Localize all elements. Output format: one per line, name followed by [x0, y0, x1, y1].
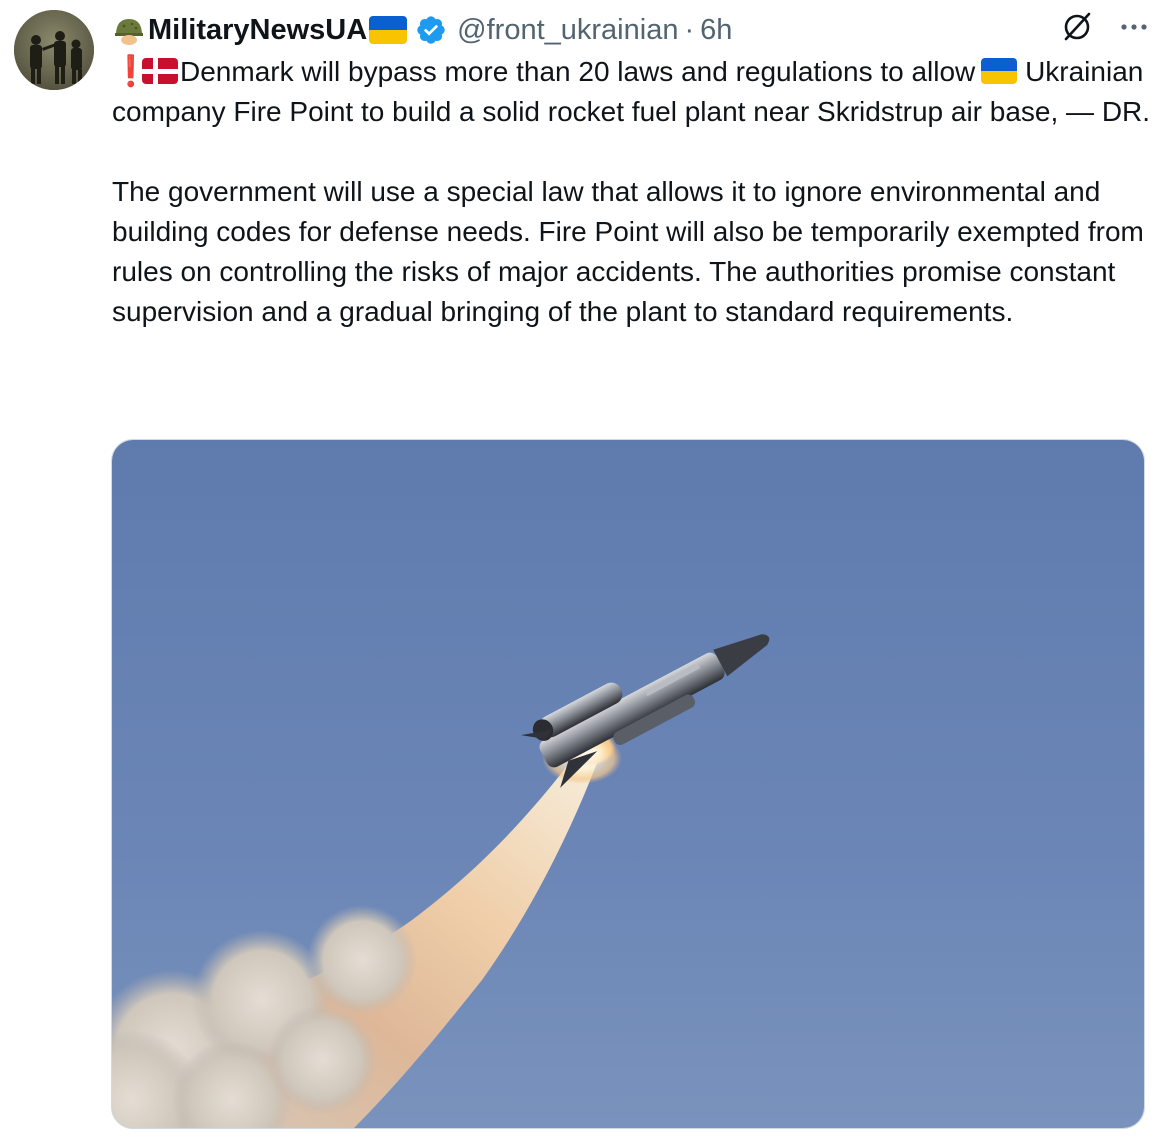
- verified-badge-icon[interactable]: [415, 14, 447, 46]
- tweet-text: ❗ Denmark will bypass more than 20 laws a…: [112, 52, 1152, 332]
- author-handle[interactable]: @front_ukrainian: [457, 14, 678, 47]
- military-helmet-icon: [112, 13, 146, 47]
- ukraine-flag-icon: [369, 16, 408, 44]
- author-avatar[interactable]: [14, 10, 94, 90]
- tweet-paragraph-1: ❗ Denmark will bypass more than 20 laws a…: [112, 52, 1152, 132]
- ukraine-flag-icon: [981, 58, 1018, 84]
- grok-icon[interactable]: [1060, 10, 1094, 44]
- author-display-name[interactable]: MilitaryNewsUA: [148, 14, 367, 47]
- exclamation-icon: ❗: [112, 55, 150, 88]
- tweet-timestamp[interactable]: 6h: [700, 14, 732, 47]
- rocket-launch-photo[interactable]: [111, 439, 1145, 1129]
- denmark-flag-icon: [142, 58, 178, 84]
- separator-dot: ·: [684, 13, 695, 46]
- header-actions: [1060, 10, 1150, 44]
- more-options-icon[interactable]: [1118, 11, 1150, 43]
- paragraph-1-text: Denmark will bypass more than 20 laws an…: [180, 56, 976, 87]
- tweet[interactable]: MilitaryNewsUA @front_ukrainian · 6h ❗ D…: [0, 0, 1170, 1139]
- tweet-header: MilitaryNewsUA @front_ukrainian · 6h: [112, 8, 1150, 52]
- tweet-paragraph-2: The government will use a special law th…: [112, 176, 1144, 327]
